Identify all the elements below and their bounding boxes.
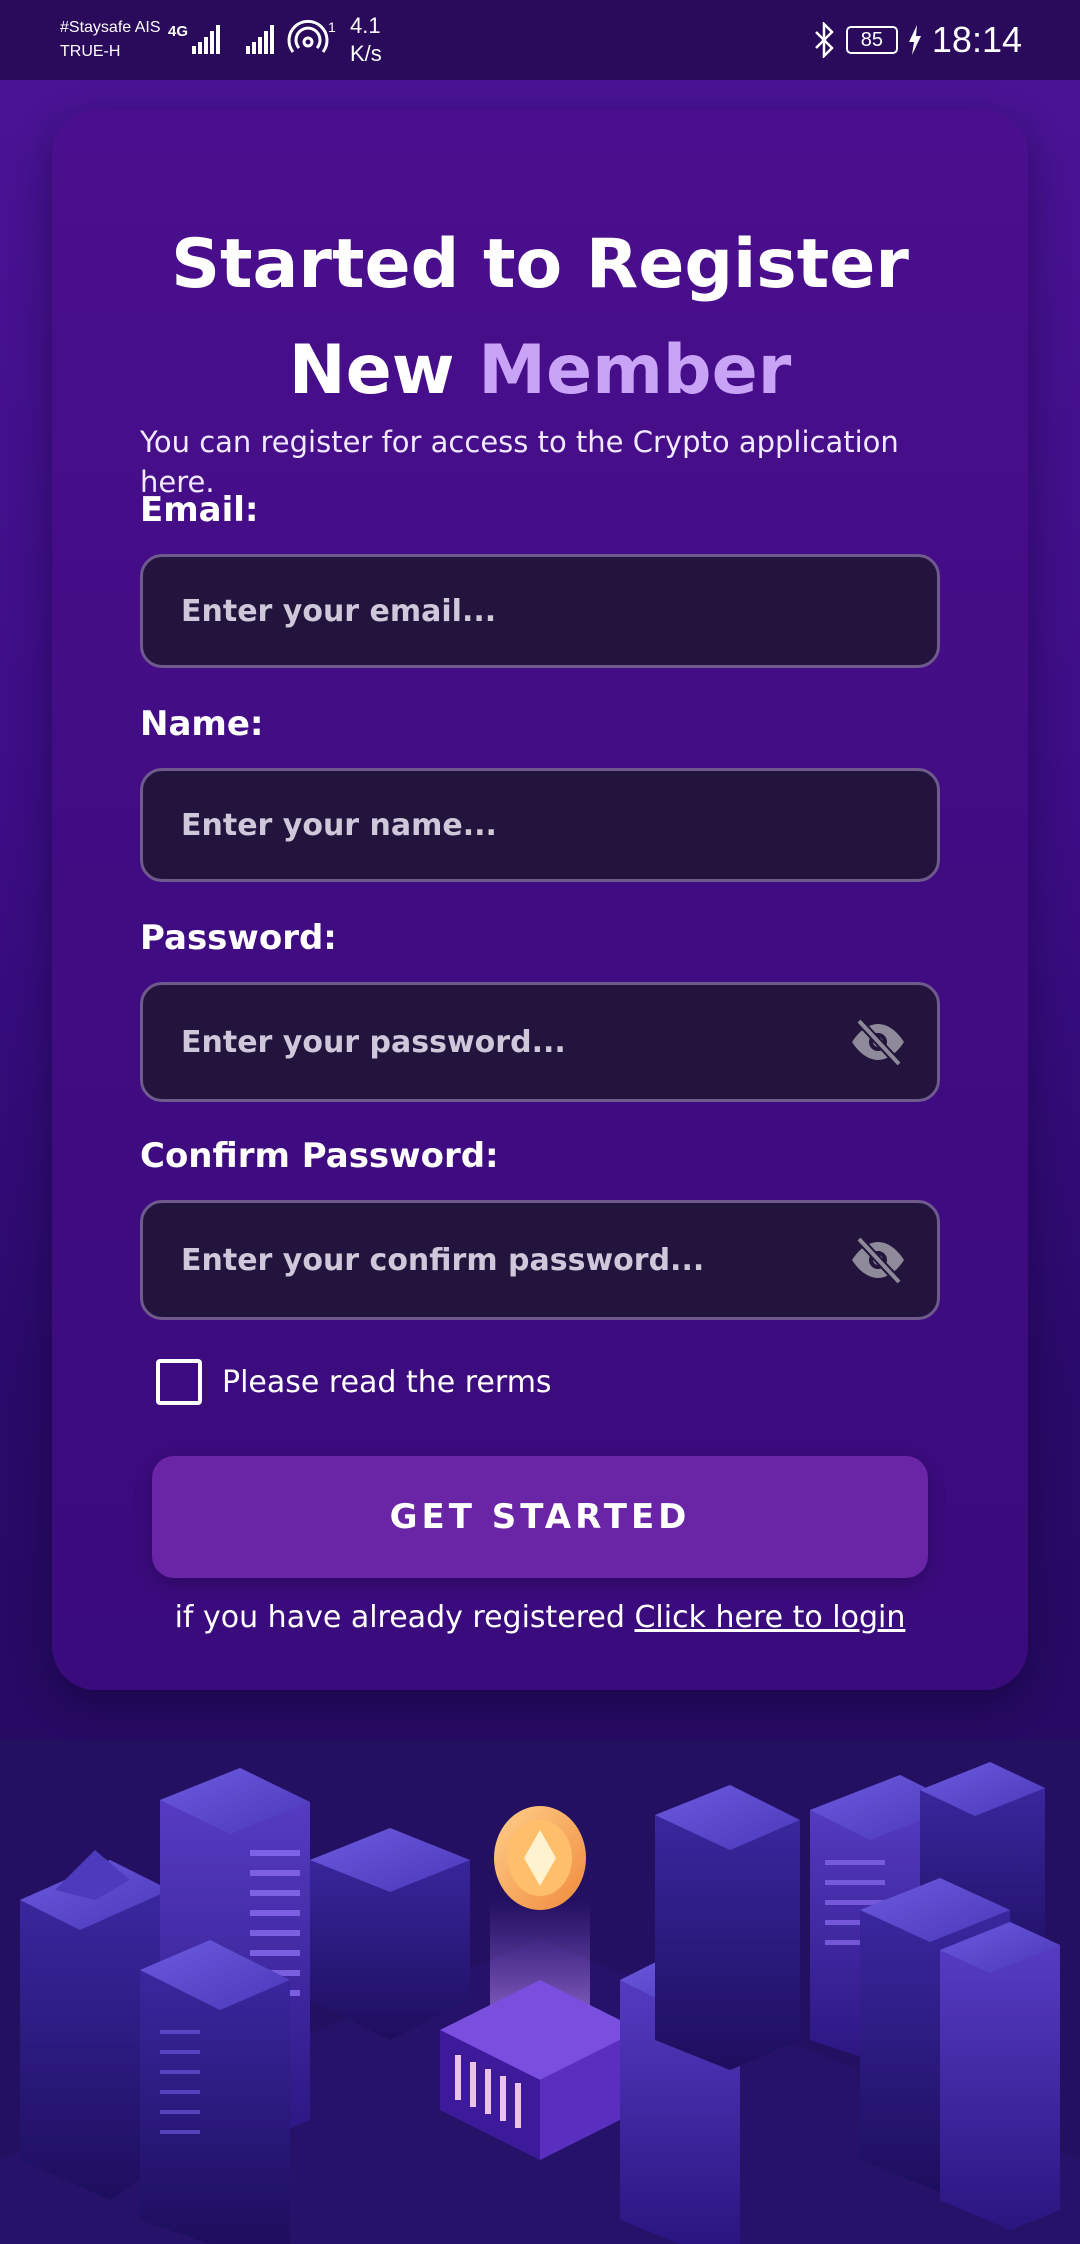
signal-icon: 4G 1 xyxy=(168,19,336,54)
carrier-info: #Staysafe AIS TRUE-H xyxy=(60,16,161,64)
hotspot-count: 1 xyxy=(328,19,336,35)
name-label: Name: xyxy=(140,704,264,744)
eye-off-icon[interactable] xyxy=(849,1236,907,1284)
name-field-box xyxy=(140,768,940,882)
title-word-new: New xyxy=(288,331,455,410)
lightning-icon xyxy=(908,25,921,55)
status-bar: #Staysafe AIS TRUE-H 4G 1 4.1 K/s 85 18:… xyxy=(0,0,1080,80)
eye-off-icon[interactable] xyxy=(849,1018,907,1066)
terms-label[interactable]: Please read the rerms xyxy=(222,1365,552,1400)
register-card: Started to Register New Member You can r… xyxy=(52,110,1028,1690)
login-link[interactable]: Click here to login xyxy=(634,1600,905,1635)
terms-row: Please read the rerms xyxy=(156,1358,552,1406)
coin-icon xyxy=(494,1806,586,1910)
page-title-secondary: New Member xyxy=(52,326,1028,416)
confirm-password-label: Confirm Password: xyxy=(140,1136,499,1176)
bluetooth-icon xyxy=(815,22,834,58)
carrier-secondary: TRUE-H xyxy=(60,43,121,60)
password-field[interactable] xyxy=(181,985,821,1099)
terms-checkbox[interactable] xyxy=(156,1359,202,1405)
network-speed: 4.1 K/s xyxy=(350,12,382,68)
network-type-label: 4G xyxy=(168,23,188,40)
city-illustration xyxy=(0,1740,1080,2244)
clock: 18:14 xyxy=(931,19,1022,60)
title-word-member: Member xyxy=(478,331,792,410)
password-field-box xyxy=(140,982,940,1102)
login-prompt-line: if you have already registered Click her… xyxy=(52,1600,1028,1635)
page-title: Started to Register xyxy=(171,225,909,304)
status-right: 85 18:14 xyxy=(812,18,1022,62)
speed-unit: K/s xyxy=(350,41,382,66)
confirm-password-field[interactable] xyxy=(181,1203,821,1317)
name-field[interactable] xyxy=(181,771,821,879)
speed-value: 4.1 xyxy=(350,13,381,38)
login-prompt-text: if you have already registered xyxy=(174,1600,625,1635)
battery-indicator: 85 xyxy=(845,26,898,54)
email-field[interactable] xyxy=(181,557,821,665)
password-label: Password: xyxy=(140,918,337,958)
email-field-box xyxy=(140,554,940,668)
email-label: Email: xyxy=(140,490,259,530)
confirm-password-field-box xyxy=(140,1200,940,1320)
carrier-name: #Staysafe AIS xyxy=(60,19,161,36)
hotspot-icon xyxy=(287,19,329,53)
page-subtitle: You can register for access to the Crypt… xyxy=(140,425,899,499)
get-started-button[interactable]: GET STARTED xyxy=(152,1456,928,1578)
